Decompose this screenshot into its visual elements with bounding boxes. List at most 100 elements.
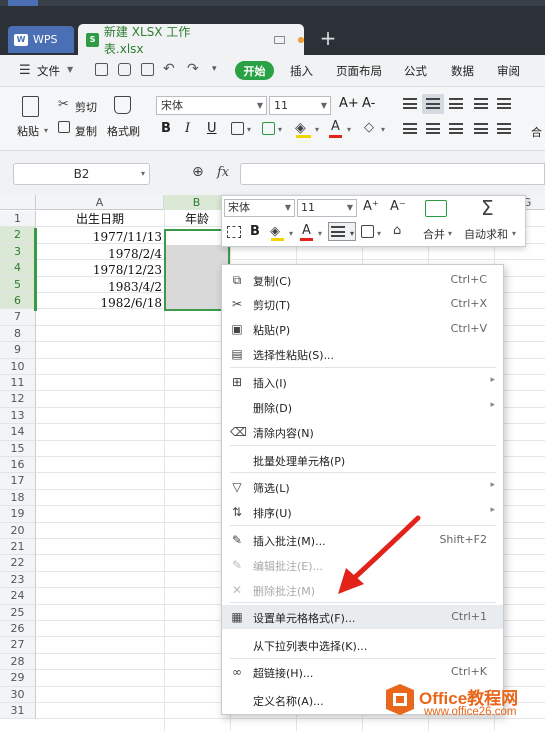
row-header[interactable]: 2 [0, 227, 36, 244]
mini-font-name-select[interactable]: 宋体 ▼ [224, 199, 295, 217]
row-header[interactable]: 29 [0, 670, 36, 687]
mini-font-color-icon[interactable]: A [302, 223, 311, 238]
fill-color-dropdown-icon[interactable]: ▾ [315, 125, 319, 134]
row-header[interactable]: 31 [0, 703, 36, 720]
chevron-down-icon[interactable]: ▼ [67, 65, 73, 74]
font-size-select[interactable]: 11 ▼ [269, 96, 331, 115]
menu-start[interactable]: 开始 [235, 61, 274, 80]
cell-a6[interactable]: 1982/6/18 [36, 295, 162, 311]
row-header[interactable]: 23 [0, 571, 36, 589]
mini-grow-font-icon[interactable]: A⁺ [363, 199, 379, 214]
print-icon[interactable] [118, 63, 131, 76]
borders-dropdown-icon[interactable]: ▾ [247, 125, 251, 134]
align-center-icon[interactable] [426, 123, 440, 134]
row-header[interactable]: 15 [0, 440, 36, 457]
undo-icon[interactable]: ↶ [163, 61, 175, 77]
paste-button[interactable]: 粘贴 [17, 123, 39, 139]
format-painter-button[interactable]: 格式刷 [107, 123, 140, 139]
row-header[interactable]: 27 [0, 637, 36, 654]
hamburger-icon[interactable]: ☰ [19, 63, 31, 78]
mini-font-size-select[interactable]: 11 ▼ [297, 199, 357, 217]
mini-autosum-dropdown-icon[interactable]: ▾ [512, 229, 516, 238]
cell-a4[interactable]: 1978/12/23 [36, 262, 162, 278]
copy-icon[interactable] [58, 121, 70, 133]
menu-insert[interactable]: 插入 [290, 63, 313, 79]
row-header[interactable]: 11 [0, 375, 36, 392]
mini-format-painter-icon[interactable] [227, 226, 241, 238]
merge-cells-button[interactable]: 合 [531, 124, 542, 140]
row-header[interactable]: 9 [0, 342, 36, 359]
context-menu-item[interactable]: ▦ 设置单元格格式(F)... Ctrl+1 [222, 605, 503, 629]
context-menu-item[interactable]: ⌫ 清除内容(N) [222, 420, 503, 444]
clear-format-dropdown-icon[interactable]: ▾ [381, 125, 385, 134]
tab-document[interactable]: S 新建 XLSX 工作表.xlsx [78, 24, 304, 56]
paste-dropdown-icon[interactable]: ▾ [44, 126, 48, 135]
select-all-corner[interactable] [0, 195, 36, 210]
mini-clear-icon[interactable]: ⌂ [393, 223, 401, 238]
print-preview-icon[interactable] [141, 63, 154, 76]
context-menu-item[interactable]: 删除(D) ▸ [222, 395, 503, 419]
cell-a2[interactable]: 1977/11/13 [36, 229, 162, 245]
formula-input[interactable] [240, 163, 545, 185]
customize-qat-icon[interactable]: ▾ [212, 64, 217, 74]
row-header[interactable]: 4 [0, 260, 36, 277]
context-menu-item[interactable]: 从下拉列表中选择(K)... [222, 633, 503, 657]
insert-function-button[interactable]: fx [217, 165, 229, 180]
mini-autosum-button[interactable]: 自动求和 [464, 226, 508, 242]
row-header[interactable]: 30 [0, 686, 36, 703]
justify-icon[interactable] [474, 123, 488, 134]
row-header[interactable]: 21 [0, 539, 36, 556]
row-header[interactable]: 12 [0, 391, 36, 408]
context-menu-item[interactable]: ⧉ 复制(C) Ctrl+C [222, 268, 503, 292]
row-header[interactable]: 3 [0, 243, 36, 261]
row-header[interactable]: 16 [0, 457, 36, 474]
row-header[interactable]: 26 [0, 621, 36, 638]
menu-page-layout[interactable]: 页面布局 [336, 63, 382, 79]
conditional-format-dropdown-icon[interactable]: ▾ [278, 125, 282, 134]
context-menu-item[interactable]: ⊞ 插入(I) ▸ [222, 370, 503, 394]
row-header[interactable]: 25 [0, 604, 36, 621]
row-header[interactable]: 17 [0, 473, 36, 490]
menu-data[interactable]: 数据 [451, 63, 474, 79]
font-color-icon[interactable]: A [331, 119, 340, 134]
cell-a1[interactable]: 出生日期 [36, 211, 164, 227]
row-header[interactable]: 14 [0, 424, 36, 441]
increase-indent-icon[interactable] [497, 98, 511, 109]
mini-bold-button[interactable]: B [250, 224, 260, 239]
mini-shrink-font-icon[interactable]: A⁻ [390, 199, 406, 214]
row-header[interactable]: 10 [0, 358, 36, 375]
monitor-icon[interactable] [274, 35, 286, 44]
align-middle-icon[interactable] [426, 98, 440, 109]
font-color-dropdown-icon[interactable]: ▾ [347, 125, 351, 134]
row-header[interactable]: 13 [0, 407, 36, 425]
row-header[interactable]: 1 [0, 211, 36, 228]
align-bottom-icon[interactable] [449, 98, 463, 109]
cut-icon[interactable]: ✂ [58, 97, 69, 112]
menu-review[interactable]: 审阅 [497, 63, 520, 79]
row-header[interactable]: 7 [0, 309, 36, 326]
cell-a3[interactable]: 1978/2/4 [36, 246, 162, 262]
context-menu-item[interactable]: 批量处理单元格(P) [222, 448, 503, 472]
row-header[interactable]: 18 [0, 489, 36, 507]
mini-borders-icon[interactable] [361, 225, 374, 238]
row-header[interactable]: 5 [0, 276, 36, 293]
underline-button[interactable]: U [207, 121, 217, 136]
bold-button[interactable]: B [161, 121, 171, 136]
align-left-icon[interactable] [403, 123, 417, 134]
redo-icon[interactable]: ↷ [187, 61, 199, 77]
context-menu-item[interactable]: ▤ 选择性粘贴(S)... [222, 342, 503, 366]
context-menu-item[interactable]: ∞ 超链接(H)... Ctrl+K [222, 660, 503, 684]
borders-icon[interactable] [231, 122, 244, 135]
context-menu-item[interactable]: ▣ 粘贴(P) Ctrl+V [222, 317, 503, 341]
tab-wps-home[interactable]: W WPS [8, 26, 74, 53]
menu-formula[interactable]: 公式 [404, 63, 427, 79]
row-header[interactable]: 19 [0, 506, 36, 523]
name-box[interactable]: B2 [13, 163, 150, 185]
font-name-select[interactable]: 宋体 ▼ [156, 96, 267, 115]
row-header[interactable]: 8 [0, 325, 36, 343]
format-painter-icon[interactable] [114, 96, 131, 114]
row-header[interactable]: 20 [0, 522, 36, 539]
cell-a5[interactable]: 1983/4/2 [36, 279, 162, 295]
mini-fill-dropdown-icon[interactable]: ▾ [289, 229, 293, 238]
save-icon[interactable] [95, 63, 108, 76]
